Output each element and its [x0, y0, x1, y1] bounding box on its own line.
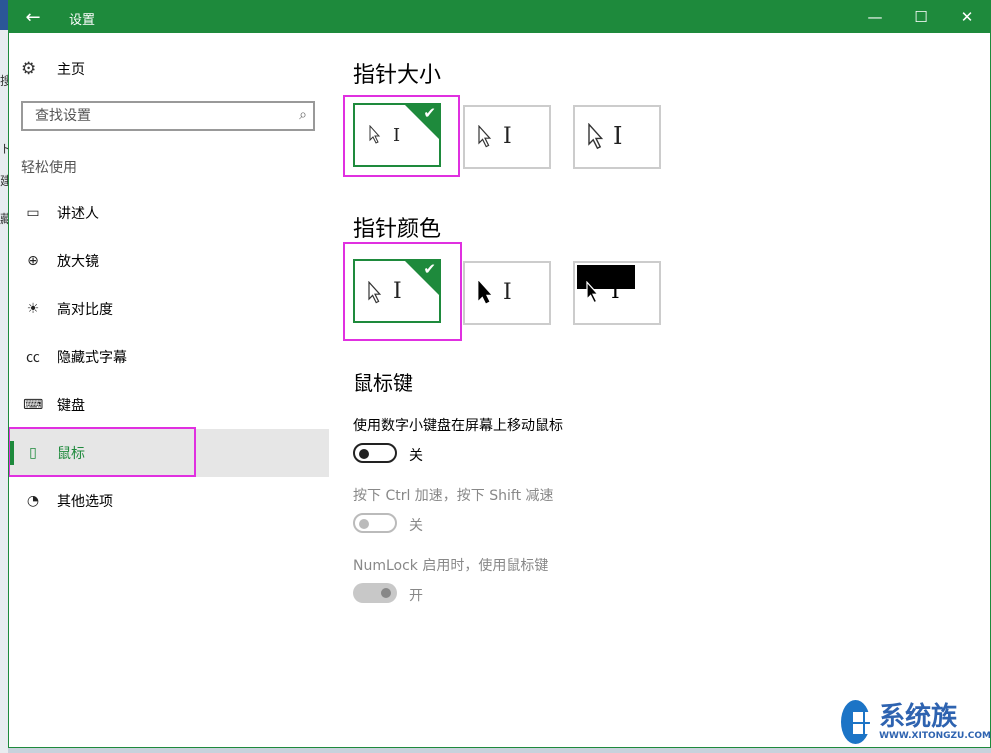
sidebar-item-other-options[interactable]: ◔ 其他选项: [9, 477, 329, 525]
window-title: 设置: [69, 13, 96, 28]
pointer-color-inverted[interactable]: I: [573, 261, 661, 325]
sidebar-item-closed-captions[interactable]: ㏄ 隐藏式字幕: [9, 333, 329, 381]
text-cursor-icon: I: [503, 124, 512, 149]
title-bar: ← 设置 — ☐ ✕: [9, 1, 990, 33]
toggle-label: 按下 Ctrl 加速，按下 Shift 减速: [353, 488, 554, 504]
back-arrow-icon[interactable]: ←: [9, 1, 57, 33]
sidebar-item-mouse[interactable]: ▯ 鼠标: [9, 429, 329, 477]
close-icon[interactable]: ✕: [944, 1, 990, 33]
mouse-keys-heading: 鼠标键: [353, 371, 413, 395]
maximize-icon[interactable]: ☐: [898, 1, 944, 33]
minimize-icon[interactable]: —: [852, 1, 898, 33]
sidebar-item-label: 高对比度: [57, 302, 113, 318]
checkmark-icon: ✔: [423, 260, 436, 278]
arrow-pointer-icon: [478, 125, 492, 148]
gear-icon: ⚙: [21, 59, 37, 79]
main-content: 指针大小 ✔ I I I 指针颜色 ✔ I I I 鼠标键 使用数字小键盘在屏幕…: [343, 33, 973, 747]
toggle-state: 关: [409, 518, 423, 534]
pointer-size-heading: 指针大小: [353, 63, 442, 88]
windows-logo-icon: [838, 697, 875, 747]
pointer-color-white[interactable]: ✔ I: [353, 259, 441, 323]
active-indicator: [9, 441, 14, 465]
toggle-state: 关: [409, 448, 423, 464]
text-cursor-icon: I: [613, 122, 623, 150]
background-text: 搜: [0, 74, 8, 88]
text-cursor-icon: I: [503, 280, 512, 305]
watermark: 系统族 WWW.XITONGZU.COM: [838, 695, 991, 749]
numlock-toggle[interactable]: [353, 583, 397, 603]
arrow-pointer-icon: [586, 281, 600, 304]
text-cursor-icon: I: [611, 279, 620, 304]
toggle-state: 开: [409, 588, 423, 604]
sidebar-item-high-contrast[interactable]: ☀ 高对比度: [9, 285, 329, 333]
sidebar-item-label: 其他选项: [57, 494, 113, 510]
section-title: 轻松使用: [21, 160, 77, 176]
home-label: 主页: [57, 62, 85, 78]
sidebar-item-label: 放大镜: [57, 254, 99, 270]
arrow-pointer-icon: [588, 123, 604, 150]
pointer-size-small[interactable]: ✔ I: [353, 103, 441, 167]
watermark-title: 系统族: [879, 702, 958, 732]
sidebar-item-label: 隐藏式字幕: [57, 350, 127, 366]
background-text: ト: [0, 142, 8, 156]
toggle-label: NumLock 启用时，使用鼠标键: [353, 558, 549, 574]
checkmark-icon: ✔: [423, 104, 436, 122]
background-window: 搜 ト 建 藏: [0, 0, 8, 753]
settings-window: ← 设置 — ☐ ✕ ⚙ 主页 ⌕ 轻松使用 ▭ 讲述人 ⊕ 放大镜 ☀ 高对比…: [8, 0, 991, 748]
sidebar: ⚙ 主页 ⌕ 轻松使用 ▭ 讲述人 ⊕ 放大镜 ☀ 高对比度 ㏄ 隐藏式字幕 ⌨…: [9, 33, 329, 747]
pointer-color-black[interactable]: I: [463, 261, 551, 325]
toggle-knob: [359, 449, 369, 459]
sidebar-item-label: 键盘: [57, 398, 85, 414]
ctrl-shift-toggle[interactable]: [353, 513, 397, 533]
narrator-icon: ▭: [26, 205, 40, 221]
sidebar-item-label: 讲述人: [57, 206, 99, 222]
mouse-keys-toggle[interactable]: [353, 443, 397, 463]
pointer-size-medium[interactable]: I: [463, 105, 551, 169]
toggle-knob: [381, 588, 391, 598]
other-options-icon: ◔: [26, 493, 40, 509]
toggle-knob: [359, 519, 369, 529]
arrow-pointer-icon: [368, 281, 382, 304]
text-cursor-icon: I: [393, 125, 401, 146]
home-link[interactable]: ⚙ 主页: [21, 57, 85, 81]
search-input[interactable]: [33, 107, 277, 125]
toggle-label: 使用数字小键盘在屏幕上移动鼠标: [353, 418, 563, 434]
arrow-pointer-icon: [369, 125, 381, 144]
search-box[interactable]: ⌕: [21, 101, 315, 131]
sidebar-item-magnifier[interactable]: ⊕ 放大镜: [9, 237, 329, 285]
background-titlebar: [0, 0, 8, 30]
pointer-color-heading: 指针颜色: [353, 217, 442, 242]
arrow-pointer-icon: [478, 281, 492, 304]
sidebar-item-label: 鼠标: [57, 446, 85, 462]
watermark-url: WWW.XITONGZU.COM: [879, 731, 991, 741]
sidebar-item-narrator[interactable]: ▭ 讲述人: [9, 189, 329, 237]
keyboard-icon: ⌨: [23, 397, 44, 413]
pointer-size-large[interactable]: I: [573, 105, 661, 169]
magnifier-icon: ⊕: [27, 253, 39, 269]
text-cursor-icon: I: [393, 279, 402, 304]
mouse-icon: ▯: [29, 445, 37, 461]
background-text: 建: [0, 174, 8, 188]
background-text: 藏: [0, 212, 8, 226]
high-contrast-icon: ☀: [26, 301, 40, 317]
sidebar-item-keyboard[interactable]: ⌨ 键盘: [9, 381, 329, 429]
closed-captions-icon: ㏄: [26, 350, 40, 366]
search-icon[interactable]: ⌕: [299, 107, 307, 123]
